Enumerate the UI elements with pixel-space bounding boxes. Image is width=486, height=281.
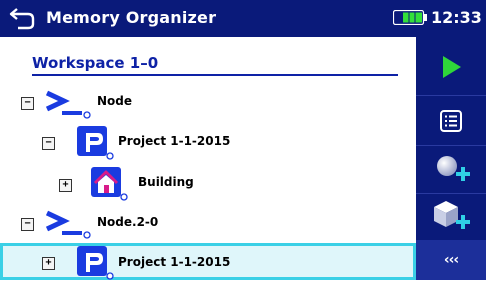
back-arrow-icon — [9, 8, 35, 30]
add-structure-icon — [434, 201, 470, 229]
node-icon — [45, 210, 91, 239]
sidebar-divider — [416, 145, 486, 146]
back-button[interactable] — [8, 5, 36, 31]
memory-tree: Workspace 1–0 − Node − Project 1-1-2015 … — [0, 37, 416, 280]
node-icon — [45, 90, 91, 119]
tree-item-label: Node — [97, 94, 133, 108]
tree-row-building[interactable]: + Building — [0, 163, 416, 203]
collapse-toggle[interactable]: − — [21, 218, 34, 231]
collapse-toggle[interactable]: − — [42, 137, 55, 150]
sidebar-divider — [416, 193, 486, 194]
expand-toggle[interactable]: + — [42, 257, 55, 270]
workspace-title[interactable]: Workspace 1–0 — [32, 54, 158, 72]
page-title: Memory Organizer — [46, 8, 217, 27]
clock: 12:33 — [431, 8, 482, 27]
add-measurement-button[interactable] — [416, 149, 486, 189]
tree-item-label: Building — [138, 175, 194, 189]
play-icon — [443, 56, 461, 78]
start-button[interactable] — [416, 47, 486, 87]
project-icon — [77, 126, 114, 160]
list-icon — [440, 110, 462, 132]
collapse-toggle[interactable]: − — [21, 97, 34, 110]
project-icon — [77, 246, 114, 280]
more-options-button[interactable]: ‹‹‹ — [416, 240, 486, 280]
tree-item-label: Node.2-0 — [97, 215, 159, 229]
tree-row-project-selected[interactable]: + Project 1-1-2015 — [0, 243, 416, 280]
title-bar: Memory Organizer 12:33 — [0, 0, 486, 37]
building-icon — [91, 167, 128, 201]
tree-item-label: Project 1-1-2015 — [118, 134, 231, 148]
add-structure-button[interactable] — [416, 195, 486, 235]
workspace-divider — [32, 74, 398, 76]
expand-toggle[interactable]: + — [59, 179, 72, 192]
battery-icon — [392, 9, 427, 26]
view-results-button[interactable] — [416, 101, 486, 141]
sidebar-divider — [416, 95, 486, 96]
tree-item-label: Project 1-1-2015 — [118, 255, 231, 269]
tree-row-project[interactable]: − Project 1-1-2015 — [0, 123, 416, 163]
action-sidebar: ‹‹‹ — [416, 37, 486, 280]
add-measurement-icon — [437, 156, 470, 181]
tree-row-node[interactable]: − Node.2-0 — [0, 203, 416, 243]
tree-row-node[interactable]: − Node — [0, 83, 416, 123]
